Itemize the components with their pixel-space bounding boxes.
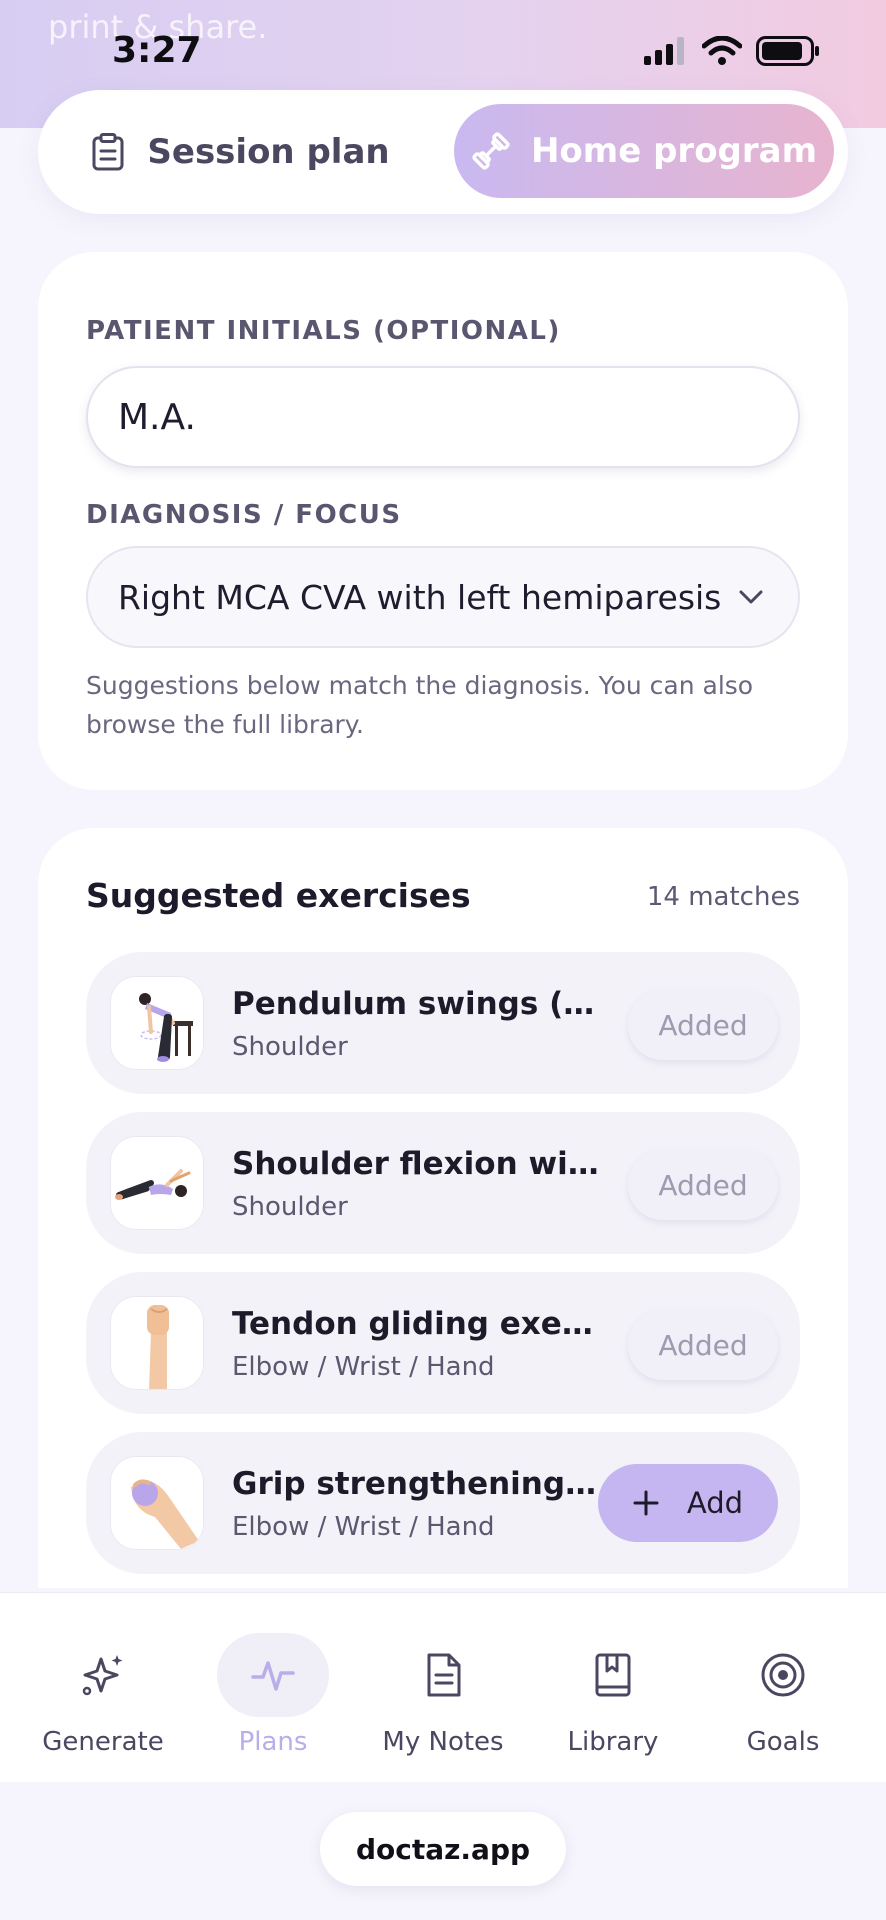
nav-icon-container <box>47 1633 159 1717</box>
initials-value: M.A. <box>118 396 196 438</box>
initials-label: PATIENT INITIALS (OPTIONAL) <box>86 316 561 346</box>
exercise-row[interactable]: Shoulder flexion with cane Shoulder Adde… <box>86 1112 800 1254</box>
exercise-category: Shoulder <box>232 1192 348 1222</box>
exercise-row[interactable]: Tendon gliding exercises Elbow / Wrist /… <box>86 1272 800 1414</box>
wifi-icon <box>702 36 742 65</box>
nav-label: Plans <box>238 1727 308 1757</box>
add-button[interactable]: Add <box>598 1464 778 1542</box>
exercise-thumbnail <box>110 1136 204 1230</box>
add-button-label: Add <box>686 1486 744 1520</box>
book-icon <box>595 1653 631 1697</box>
clipboard-icon <box>92 133 124 171</box>
diagnosis-hint: Suggestions below match the diagnosis. Y… <box>86 671 754 739</box>
tab-session-plan[interactable]: Session plan <box>38 90 443 214</box>
exercise-row[interactable]: Pendulum swings (Codman's) Shoulder Adde… <box>86 952 800 1094</box>
target-icon <box>761 1653 805 1697</box>
nav-icon-container <box>387 1633 499 1717</box>
battery-icon <box>756 36 819 66</box>
mode-toggle: Session plan Home program <box>38 90 848 214</box>
diagnosis-label: DIAGNOSIS / FOCUS <box>86 500 402 530</box>
browser-url-bar[interactable]: doctaz.app <box>320 1812 566 1886</box>
plus-icon <box>633 1490 659 1516</box>
nav-item-my-notes[interactable]: My Notes <box>358 1593 528 1783</box>
diagnosis-value: Right MCA CVA with left hemiparesis <box>118 577 722 617</box>
exercise-category: Shoulder <box>232 1032 348 1062</box>
nav-item-goals[interactable]: Goals <box>698 1593 868 1783</box>
status-bar: 3:27 <box>0 0 886 100</box>
status-time: 3:27 <box>112 30 202 71</box>
signal-icon <box>644 37 684 65</box>
nav-item-plans[interactable]: Plans <box>188 1593 358 1783</box>
exercise-name: Pendulum swings (Codman's) <box>232 986 602 1022</box>
diagnosis-select[interactable]: Right MCA CVA with left hemiparesis <box>86 546 800 648</box>
added-button[interactable]: Added <box>628 1150 778 1220</box>
status-icons <box>644 36 820 66</box>
nav-label: Library <box>567 1727 659 1757</box>
exercise-thumbnail <box>110 1456 204 1550</box>
suggestions-card: Suggested exercises 14 matches Pendulum … <box>38 828 848 1588</box>
exercise-thumbnail <box>110 1296 204 1390</box>
tab-home-program-label: Home program <box>530 131 818 171</box>
nav-label: My Notes <box>382 1727 504 1757</box>
exercise-name: Shoulder flexion with cane <box>232 1146 602 1182</box>
added-button[interactable]: Added <box>628 990 778 1060</box>
exercise-category: Elbow / Wrist / Hand <box>232 1352 495 1382</box>
nav-label: Goals <box>746 1727 820 1757</box>
dumbbell-icon <box>472 132 510 170</box>
nav-icon-container <box>557 1633 669 1717</box>
initials-input[interactable]: M.A. <box>86 366 800 468</box>
added-button[interactable]: Added <box>628 1310 778 1380</box>
document-icon <box>427 1653 461 1697</box>
nav-item-library[interactable]: Library <box>528 1593 698 1783</box>
exercise-name: Grip strengthening (putty) <box>232 1466 602 1502</box>
tab-home-program[interactable]: Home program <box>454 104 834 198</box>
exercise-category: Elbow / Wrist / Hand <box>232 1512 495 1542</box>
chevron-down-icon <box>739 590 763 604</box>
nav-label: Generate <box>42 1727 164 1757</box>
bottom-nav: Generate Plans My Notes Library Goals <box>0 1592 886 1782</box>
patient-card: PATIENT INITIALS (OPTIONAL) M.A. DIAGNOS… <box>38 252 848 790</box>
pulse-icon <box>251 1661 295 1691</box>
exercise-thumbnail <box>110 976 204 1070</box>
suggestions-title: Suggested exercises <box>86 876 471 915</box>
sparkle-icon <box>82 1655 123 1696</box>
exercise-row[interactable]: Grip strengthening (putty) Elbow / Wrist… <box>86 1432 800 1574</box>
nav-icon-container <box>217 1633 329 1717</box>
nav-icon-container <box>727 1633 839 1717</box>
suggestions-count: 14 matches <box>646 882 800 912</box>
nav-item-generate[interactable]: Generate <box>18 1593 188 1783</box>
tab-session-plan-label: Session plan <box>147 132 390 172</box>
exercise-name: Tendon gliding exercises <box>232 1306 602 1342</box>
